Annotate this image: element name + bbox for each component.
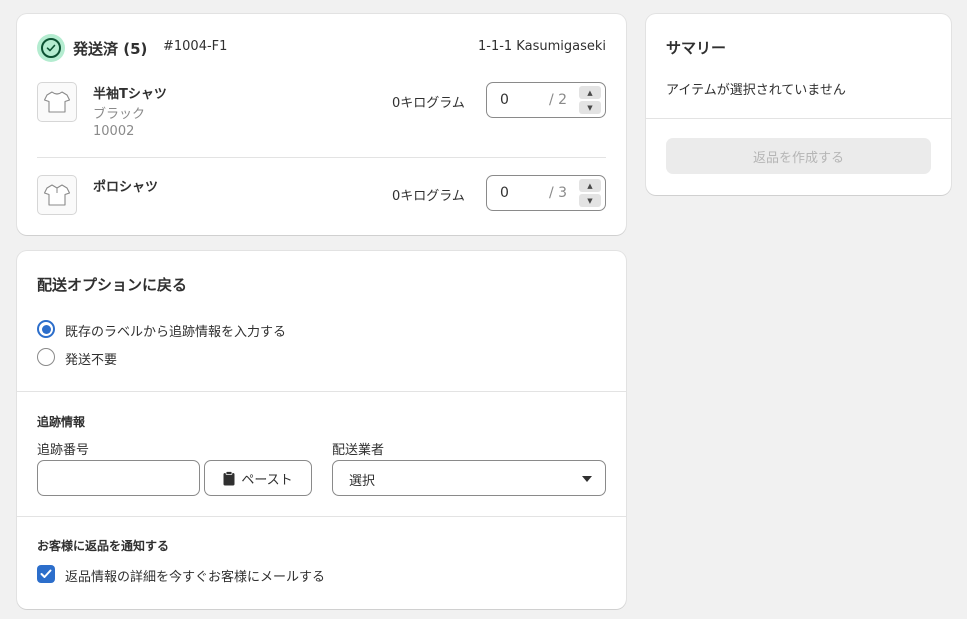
radio-existing-label[interactable] <box>37 320 55 338</box>
increment-button[interactable]: ▲ <box>579 179 601 192</box>
radio-existing-label-text: 既存のラベルから追跡情報を入力する <box>65 325 287 340</box>
tracking-number-input[interactable] <box>37 460 200 496</box>
quantity-max: / 3 <box>549 185 568 201</box>
item-sku: 10002 <box>93 124 135 139</box>
decrement-button[interactable]: ▼ <box>579 101 601 114</box>
item-weight: 0キログラム <box>392 96 465 111</box>
notify-heading: お客様に返品を通知する <box>37 539 170 553</box>
tshirt-icon <box>43 91 71 113</box>
quantity-value: 0 <box>500 92 509 108</box>
polo-thumbnail <box>37 175 77 215</box>
increment-button[interactable]: ▲ <box>579 86 601 99</box>
paste-button-label: ペースト <box>241 472 293 488</box>
summary-divider <box>646 118 951 119</box>
order-number: #1004-F1 <box>163 39 228 54</box>
return-quantity-input[interactable]: 0 / 3 ▲ ▼ <box>486 175 606 211</box>
fulfilled-card: 発送済 (5) #1004-F1 1-1-1 Kasumigaseki 半袖Tシ… <box>17 14 626 235</box>
quantity-max: / 2 <box>549 92 568 108</box>
tracking-heading: 追跡情報 <box>37 415 86 429</box>
section-divider <box>17 516 626 517</box>
return-shipping-card: 配送オプションに戻る 既存のラベルから追跡情報を入力する 発送不要 追跡情報 追… <box>17 251 626 609</box>
notify-customer-label: 返品情報の詳細を今すぐお客様にメールする <box>65 570 326 585</box>
summary-card: サマリー アイテムが選択されていません 返品を作成する <box>646 14 951 195</box>
create-return-button[interactable]: 返品を作成する <box>666 138 931 174</box>
checkmark-icon <box>40 569 52 578</box>
item-name: 半袖Tシャツ <box>93 87 167 102</box>
item-variant: ブラック <box>93 107 146 122</box>
carrier-label: 配送業者 <box>332 443 385 458</box>
tracking-number-label: 追跡番号 <box>37 443 90 458</box>
return-quantity-input[interactable]: 0 / 2 ▲ ▼ <box>486 82 606 118</box>
item-divider <box>37 157 606 158</box>
shipping-address: 1-1-1 Kasumigaseki <box>477 39 606 54</box>
clipboard-icon <box>223 470 235 485</box>
carrier-select-value: 選択 <box>349 474 376 489</box>
section-divider <box>17 391 626 392</box>
fulfilled-status-icon <box>37 34 65 62</box>
fulfilled-title: 発送済 (5) <box>73 40 148 58</box>
carrier-select[interactable]: 選択 <box>332 460 606 496</box>
decrement-button[interactable]: ▼ <box>579 194 601 207</box>
notify-customer-checkbox[interactable] <box>37 565 55 583</box>
polo-shirt-icon <box>43 184 71 206</box>
quantity-value: 0 <box>500 185 509 201</box>
item-name: ポロシャツ <box>93 180 159 195</box>
radio-no-shipping[interactable] <box>37 348 55 366</box>
return-shipping-title: 配送オプションに戻る <box>37 276 188 294</box>
chevron-down-icon <box>582 476 592 482</box>
summary-empty-text: アイテムが選択されていません <box>666 83 846 98</box>
summary-title: サマリー <box>666 39 727 57</box>
paste-button[interactable]: ペースト <box>204 460 312 496</box>
item-weight: 0キログラム <box>392 189 465 204</box>
tshirt-thumbnail <box>37 82 77 122</box>
radio-no-shipping-text: 発送不要 <box>65 353 118 368</box>
